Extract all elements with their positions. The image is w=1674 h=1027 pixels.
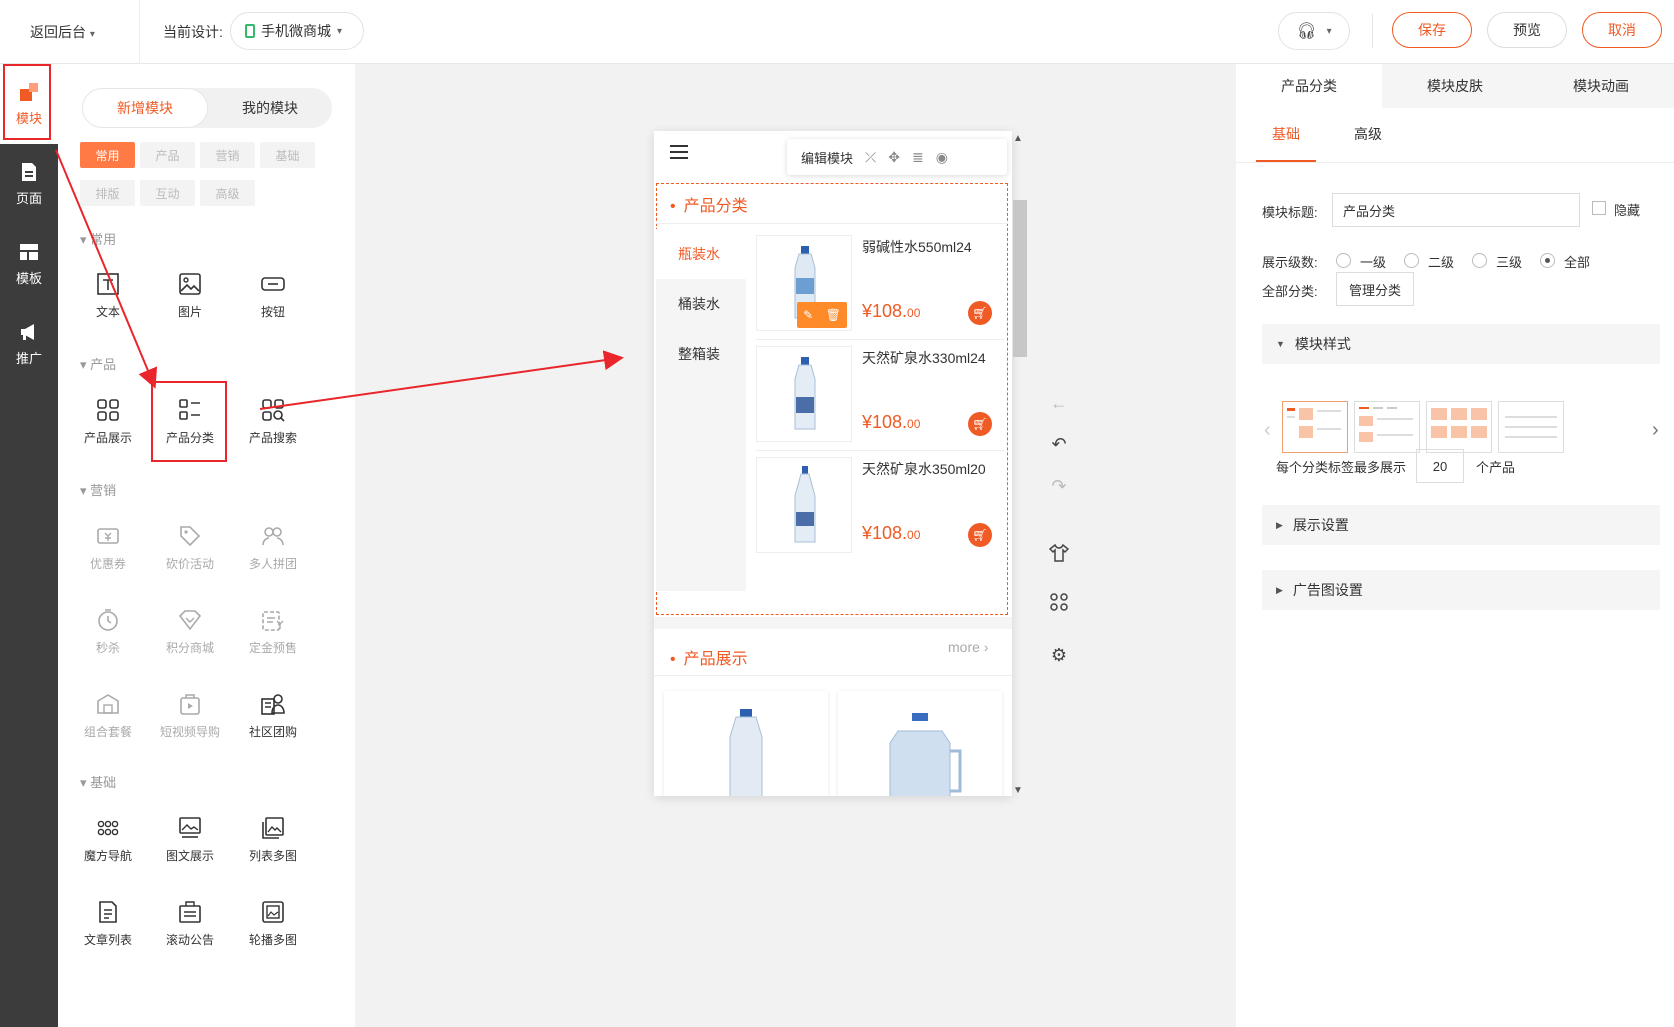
accordion-title: 展示设置 [1292,517,1349,533]
caret-right-icon: ▶ [1276,584,1283,595]
radio-level-2[interactable] [1404,253,1419,268]
max-products-input[interactable]: 20 [1416,449,1464,483]
style-preview [1431,408,1487,438]
max-products-suffix: 个产品 [1476,460,1516,475]
module-title-value: 产品分类 [1343,203,1396,219]
subtab-indicator [1256,160,1316,162]
tab-product-category[interactable]: 产品分类 [1236,64,1382,108]
accordion-title: 模块样式 [1294,336,1351,352]
style-preview [1359,407,1413,442]
radio-level-3[interactable] [1472,253,1487,268]
radio-level-all-label: 全部 [1564,255,1591,270]
levels-label: 展示级数: [1262,255,1318,270]
style-option-4[interactable] [1498,401,1564,453]
subtab-advanced[interactable]: 高级 [1354,124,1382,144]
accordion-title: 广告图设置 [1292,582,1363,598]
caret-right-icon: ▶ [1276,519,1283,530]
chevron-left-icon[interactable]: ‹ [1264,419,1271,442]
style-option-3[interactable] [1426,401,1492,453]
radio-level-2-label: 二级 [1428,255,1455,270]
subtab-basic[interactable]: 基础 [1272,124,1300,144]
hide-checkbox[interactable] [1592,201,1606,215]
style-preview [1505,416,1557,438]
divider [1236,162,1674,163]
manage-categories-button[interactable]: 管理分类 [1336,272,1414,306]
caret-down-icon: ▼ [1276,339,1285,349]
tab-module-animation[interactable]: 模块动画 [1528,64,1674,108]
settings-panel: 产品分类 模块皮肤 模块动画 基础 高级 模块标题: 产品分类 隐藏 展示级数:… [1236,64,1674,1027]
ad-settings-accordion[interactable]: ▶ 广告图设置 [1262,570,1660,610]
max-products-value: 20 [1432,458,1448,474]
radio-level-1[interactable] [1336,253,1351,268]
all-categories-label: 全部分类: [1262,284,1318,299]
settings-tabs: 产品分类 模块皮肤 模块动画 [1236,64,1674,108]
module-style-accordion[interactable]: ▼ 模块样式 [1262,324,1660,364]
radio-level-all[interactable] [1540,253,1555,268]
max-products-prefix: 每个分类标签最多展示 [1276,460,1407,475]
radio-level-1-label: 一级 [1360,255,1387,270]
style-option-2[interactable] [1354,401,1420,453]
style-preview [1287,408,1341,438]
style-option-1[interactable] [1282,401,1348,453]
tab-module-skin[interactable]: 模块皮肤 [1382,64,1528,108]
chevron-right-icon[interactable]: › [1652,419,1659,442]
radio-level-3-label: 三级 [1496,255,1523,270]
module-title-input[interactable]: 产品分类 [1332,193,1580,227]
display-settings-accordion[interactable]: ▶ 展示设置 [1262,505,1660,545]
hide-label: 隐藏 [1614,203,1641,218]
module-title-label: 模块标题: [1262,205,1318,220]
